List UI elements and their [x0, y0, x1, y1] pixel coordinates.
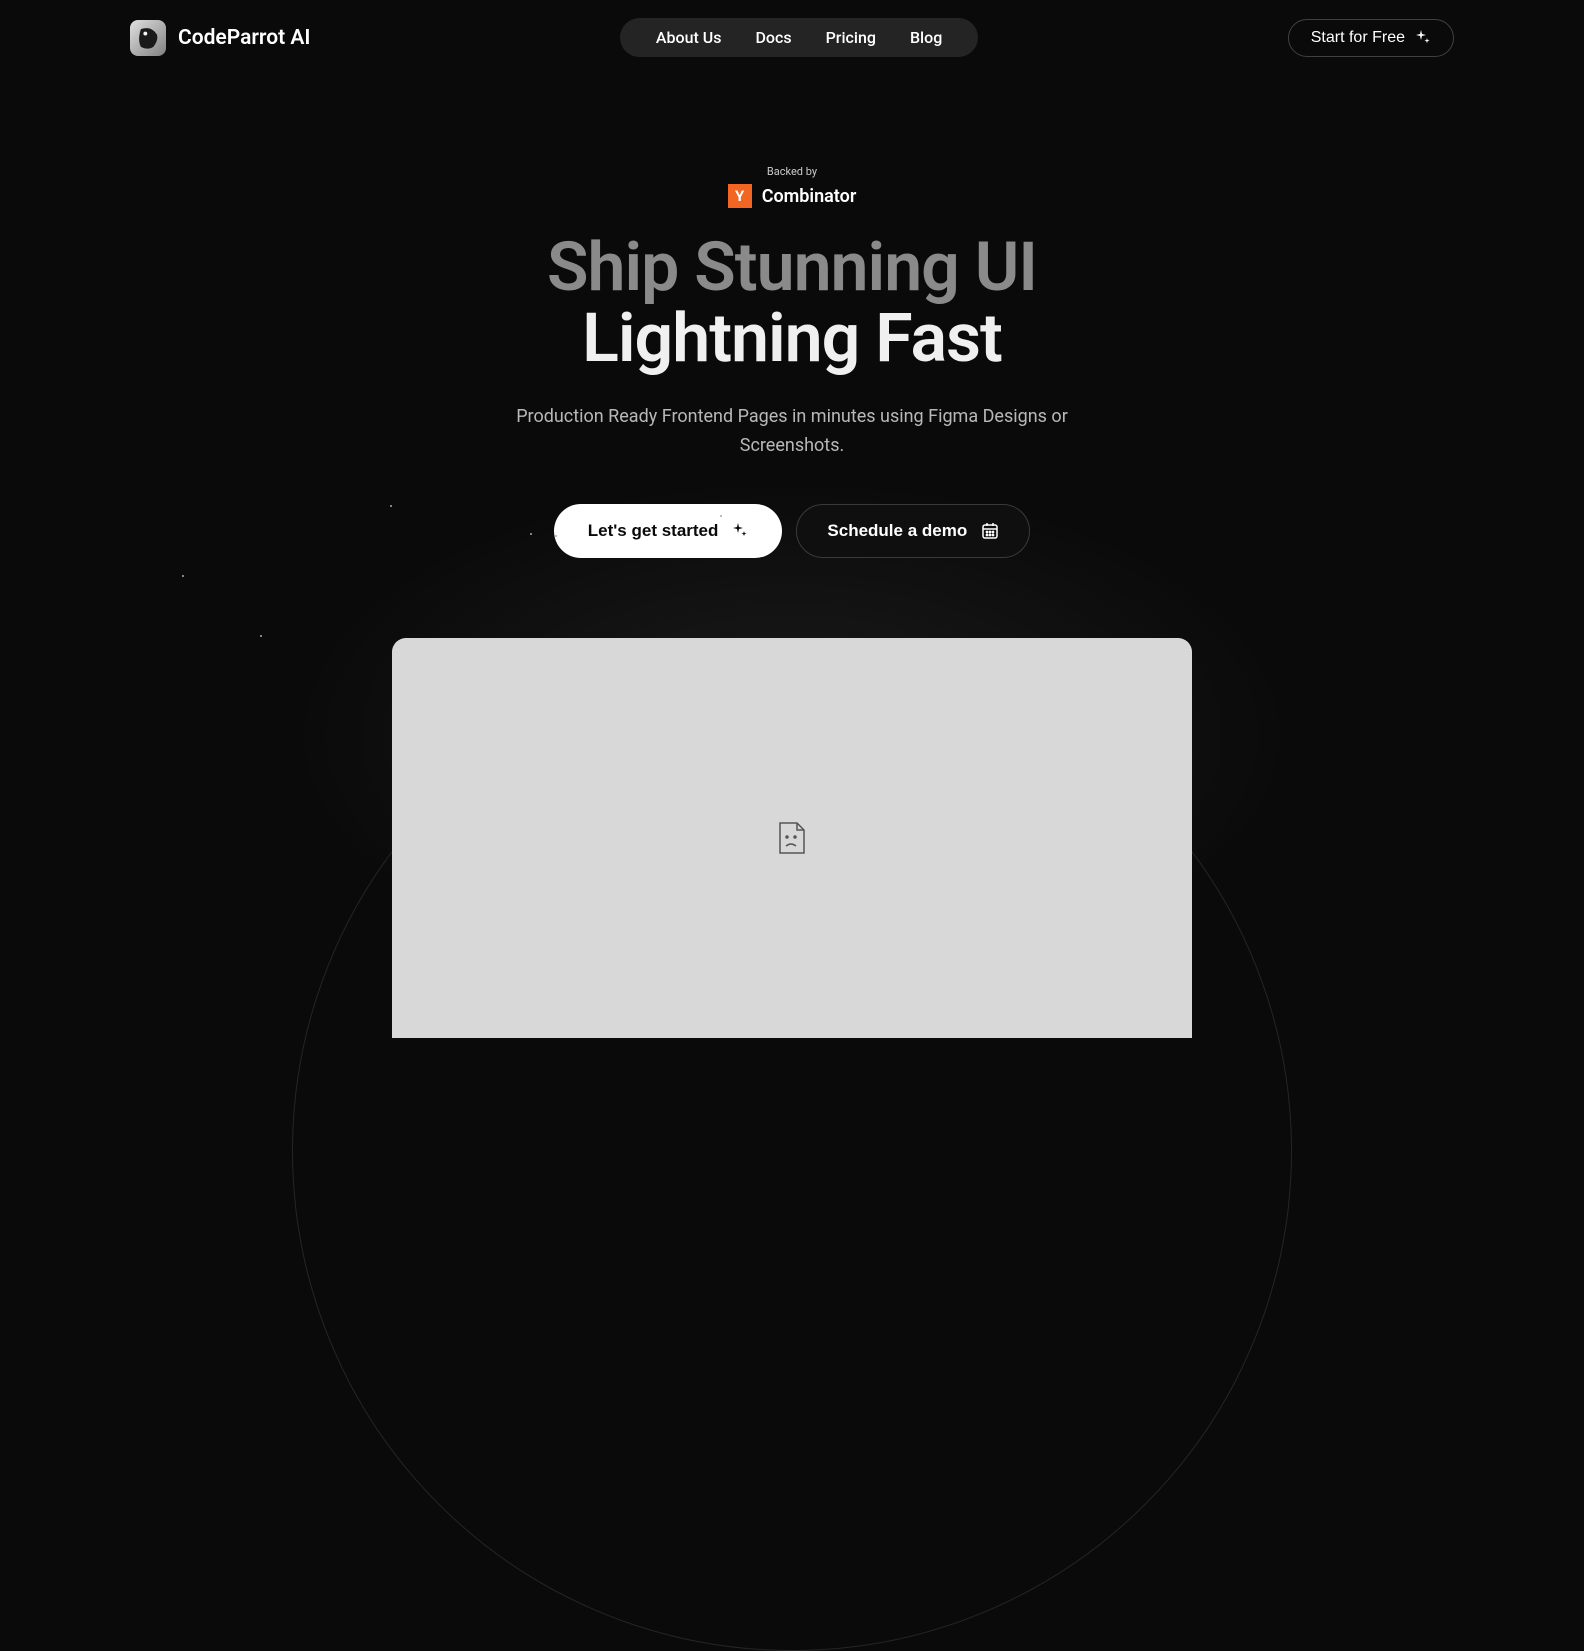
sparkle-icon	[732, 523, 748, 539]
yc-row: Y Combinator	[728, 184, 857, 208]
primary-btn-label: Let's get started	[588, 521, 719, 541]
hero-section: Backed by Y Combinator Ship Stunning UI …	[0, 75, 1584, 1038]
calendar-icon	[981, 522, 999, 540]
nav-pricing[interactable]: Pricing	[826, 28, 876, 47]
yc-letter: Y	[735, 187, 744, 205]
button-row: Let's get started Schedule a demo	[554, 504, 1030, 558]
logo-section[interactable]: CodeParrot AI	[130, 20, 310, 56]
backed-by-section: Backed by Y Combinator	[728, 165, 857, 208]
page-header: CodeParrot AI About Us Docs Pricing Blog…	[0, 0, 1584, 75]
schedule-demo-button[interactable]: Schedule a demo	[796, 504, 1030, 558]
get-started-button[interactable]: Let's get started	[554, 504, 783, 558]
star-decoration	[720, 515, 722, 517]
nav-pill: About Us Docs Pricing Blog	[620, 18, 978, 57]
star-decoration	[260, 635, 262, 637]
hero-title: Ship Stunning UI Lightning Fast	[547, 232, 1037, 375]
backed-by-label: Backed by	[767, 165, 817, 178]
broken-image-icon	[777, 820, 807, 856]
yc-name: Combinator	[762, 186, 857, 207]
nav-docs[interactable]: Docs	[755, 28, 791, 47]
hero-subtitle: Production Ready Frontend Pages in minut…	[492, 403, 1092, 461]
brand-name: CodeParrot AI	[178, 26, 310, 50]
hero-title-line1: Ship Stunning UI	[547, 232, 1037, 303]
secondary-btn-label: Schedule a demo	[827, 521, 967, 541]
start-free-button[interactable]: Start for Free	[1288, 19, 1454, 57]
nav-blog[interactable]: Blog	[910, 28, 942, 47]
yc-logo-box: Y	[728, 184, 752, 208]
nav-about-us[interactable]: About Us	[656, 28, 722, 47]
hero-title-line2: Lightning Fast	[547, 303, 1037, 374]
logo-icon	[130, 20, 166, 56]
cta-label: Start for Free	[1311, 29, 1405, 47]
sparkle-icon	[1415, 30, 1431, 46]
star-decoration	[530, 533, 532, 535]
demo-preview-box	[392, 638, 1192, 1038]
star-decoration	[555, 535, 557, 537]
star-decoration	[182, 575, 184, 577]
star-decoration	[390, 505, 392, 507]
